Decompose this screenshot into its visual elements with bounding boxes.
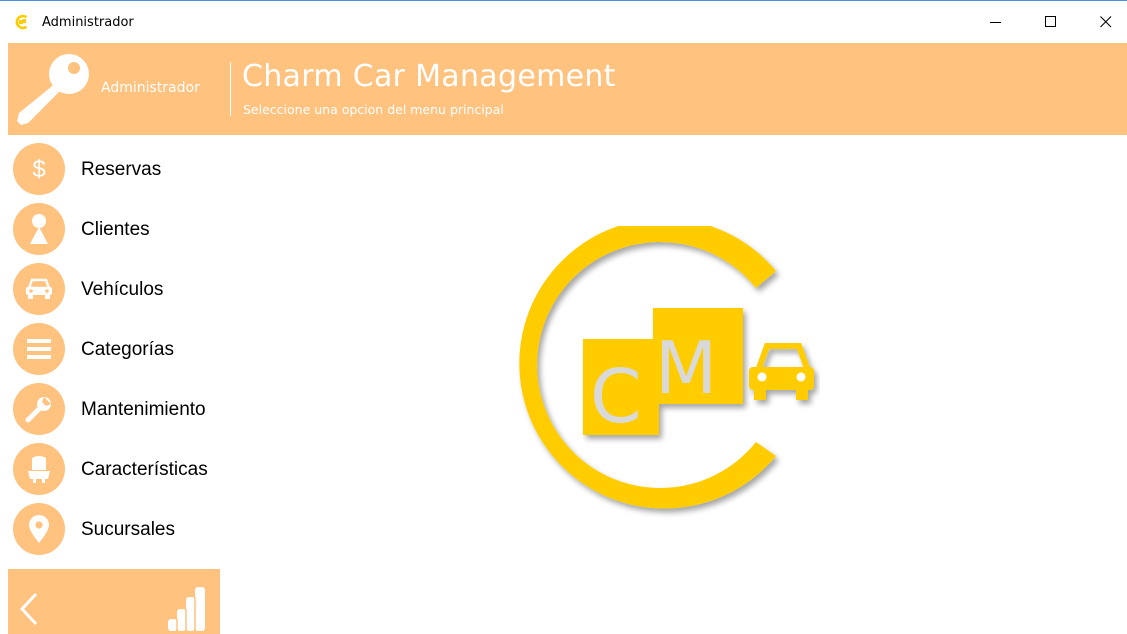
key-icon	[17, 54, 89, 125]
menu-icon-circle	[13, 503, 65, 555]
window-titlebar[interactable]: Administrador	[0, 1, 1127, 43]
app-title: Charm Car Management	[242, 59, 616, 94]
menu-icon-circle	[13, 263, 65, 315]
menu-item-vehiculos[interactable]: Vehículos	[8, 260, 220, 318]
menu-item-caracteristicas[interactable]: Características	[8, 440, 220, 498]
menu-item-label: Sucursales	[81, 519, 175, 540]
menu-icon-circle	[13, 443, 65, 495]
menu-icon-circle	[13, 203, 65, 255]
menu-icon-circle	[13, 323, 65, 375]
bar-chart-icon[interactable]	[166, 585, 208, 631]
charm-logo: C M	[519, 226, 814, 509]
menu-item-label: Mantenimiento	[81, 399, 206, 420]
menu-item-label: Vehículos	[81, 279, 164, 300]
maximize-button[interactable]	[1023, 2, 1079, 42]
menu-item-mantenimiento[interactable]: Mantenimiento	[8, 380, 220, 438]
car-icon	[26, 278, 52, 299]
menu-item-label: Reservas	[81, 159, 162, 180]
menu-icon-circle: $	[13, 143, 65, 195]
logo-car-icon	[749, 343, 814, 400]
window-title: Administrador	[42, 15, 134, 30]
maximize-icon	[1045, 16, 1056, 27]
close-button[interactable]	[1078, 2, 1127, 42]
car-seat-icon	[28, 456, 50, 483]
minimize-button[interactable]	[968, 2, 1024, 42]
logo-letter-c: C	[590, 354, 642, 440]
menu-icon-circle	[13, 383, 65, 435]
menu-item-sucursales[interactable]: Sucursales	[8, 500, 220, 558]
charm-app-icon	[15, 14, 28, 30]
menu-item-label: Clientes	[81, 219, 150, 240]
user-label: Administrador	[101, 80, 200, 96]
dollar-icon: $	[32, 156, 45, 183]
logo-letter-m: M	[655, 326, 717, 410]
app-subtitle: Seleccione una opcion del menu principal	[243, 102, 504, 117]
back-arrow-icon[interactable]	[16, 591, 42, 627]
wrench-icon	[25, 397, 51, 423]
minimize-icon	[990, 22, 1001, 23]
person-icon	[30, 214, 48, 244]
location-pin-icon	[29, 515, 49, 543]
bottom-bar	[8, 569, 220, 634]
list-icon	[27, 339, 51, 359]
close-icon	[1100, 16, 1112, 28]
menu-item-reservas[interactable]: $ Reservas	[8, 140, 220, 198]
menu-item-label: Características	[81, 459, 208, 480]
svg-text:$: $	[32, 156, 45, 183]
header-banner: Administrador Charm Car Management Selec…	[8, 43, 1127, 135]
menu-item-clientes[interactable]: Clientes	[8, 200, 220, 258]
header-divider	[230, 62, 231, 116]
menu-item-categorias[interactable]: Categorías	[8, 320, 220, 378]
menu-item-label: Categorías	[81, 339, 174, 360]
